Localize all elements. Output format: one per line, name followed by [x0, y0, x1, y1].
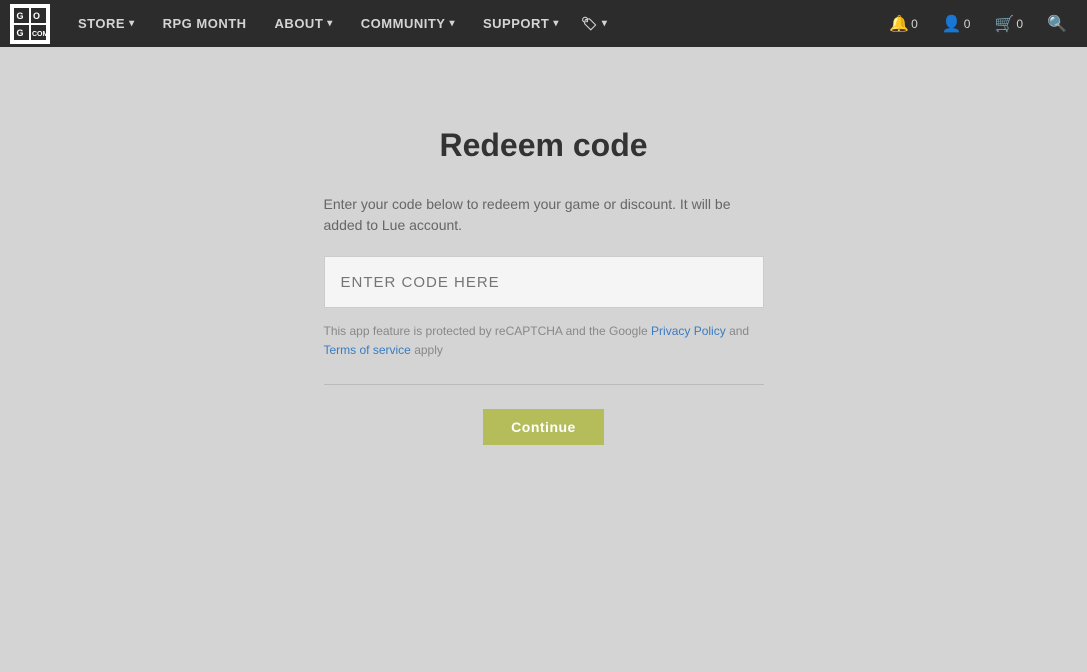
- bell-icon: 🔔: [889, 14, 909, 34]
- terms-link[interactable]: Terms of service: [324, 343, 411, 357]
- nav-community-label: COMMUNITY: [361, 16, 446, 31]
- nav-about-chevron: ▾: [327, 18, 333, 29]
- nav-support[interactable]: SUPPORT ▾: [469, 0, 573, 47]
- description-text: Enter your code below to redeem your gam…: [324, 194, 764, 236]
- svg-text:O: O: [33, 11, 40, 21]
- redeem-container: Enter your code below to redeem your gam…: [324, 194, 764, 445]
- cart-icon: 🛒: [994, 14, 1014, 34]
- notifications-button[interactable]: 🔔 0: [879, 0, 928, 47]
- recaptcha-text-before: This app feature is protected by reCAPTC…: [324, 324, 648, 338]
- gog-logo[interactable]: G O G COM: [10, 4, 50, 44]
- nav-rpg-label: RPG MONTH: [163, 16, 247, 31]
- user-icon: 👤: [942, 14, 962, 34]
- page-title: Redeem code: [439, 127, 647, 164]
- extra-chevron: ▾: [602, 18, 608, 29]
- svg-text:G: G: [17, 11, 24, 21]
- main-content: Redeem code Enter your code below to red…: [0, 47, 1087, 445]
- nav-support-chevron: ▾: [553, 18, 559, 29]
- nav-store[interactable]: STORE ▾: [64, 0, 149, 47]
- user-button[interactable]: 👤 0: [932, 0, 981, 47]
- search-icon: 🔍: [1047, 14, 1067, 34]
- nav-store-label: STORE: [78, 16, 125, 31]
- description-line2: added to Lue account.: [324, 217, 463, 233]
- notification-count: 0: [911, 17, 918, 31]
- nav-right: 🔔 0 👤 0 🛒 0 🔍: [879, 0, 1077, 47]
- nav-store-chevron: ▾: [129, 18, 135, 29]
- continue-button[interactable]: Continue: [483, 409, 604, 445]
- user-count: 0: [964, 17, 971, 31]
- nav-support-label: SUPPORT: [483, 16, 549, 31]
- nav-about-label: ABOUT: [275, 16, 324, 31]
- nav-community[interactable]: COMMUNITY ▾: [347, 0, 469, 47]
- privacy-policy-link[interactable]: Privacy Policy: [651, 324, 726, 338]
- logo-svg: G O G COM: [12, 6, 48, 42]
- svg-text:G: G: [17, 28, 24, 38]
- navbar: G O G COM STORE ▾ RPG MONTH ABOUT ▾ COMM…: [0, 0, 1087, 47]
- cart-button[interactable]: 🛒 0: [984, 0, 1033, 47]
- nav-links: STORE ▾ RPG MONTH ABOUT ▾ COMMUNITY ▾ SU…: [64, 0, 879, 47]
- tag-icon: 🏷: [581, 16, 598, 32]
- nav-community-chevron: ▾: [449, 18, 455, 29]
- nav-about[interactable]: ABOUT ▾: [261, 0, 347, 47]
- nav-rpg-month[interactable]: RPG MONTH: [149, 0, 261, 47]
- description-line1: Enter your code below to redeem your gam…: [324, 196, 731, 212]
- nav-extra-icon[interactable]: 🏷 ▾: [573, 0, 616, 47]
- recaptcha-notice: This app feature is protected by reCAPTC…: [324, 322, 764, 360]
- search-button[interactable]: 🔍: [1037, 0, 1077, 47]
- svg-text:COM: COM: [32, 31, 48, 38]
- recaptcha-and: and: [729, 324, 749, 338]
- code-input[interactable]: [324, 256, 764, 308]
- cart-count: 0: [1016, 17, 1023, 31]
- recaptcha-apply: apply: [414, 343, 443, 357]
- section-divider: [324, 384, 764, 385]
